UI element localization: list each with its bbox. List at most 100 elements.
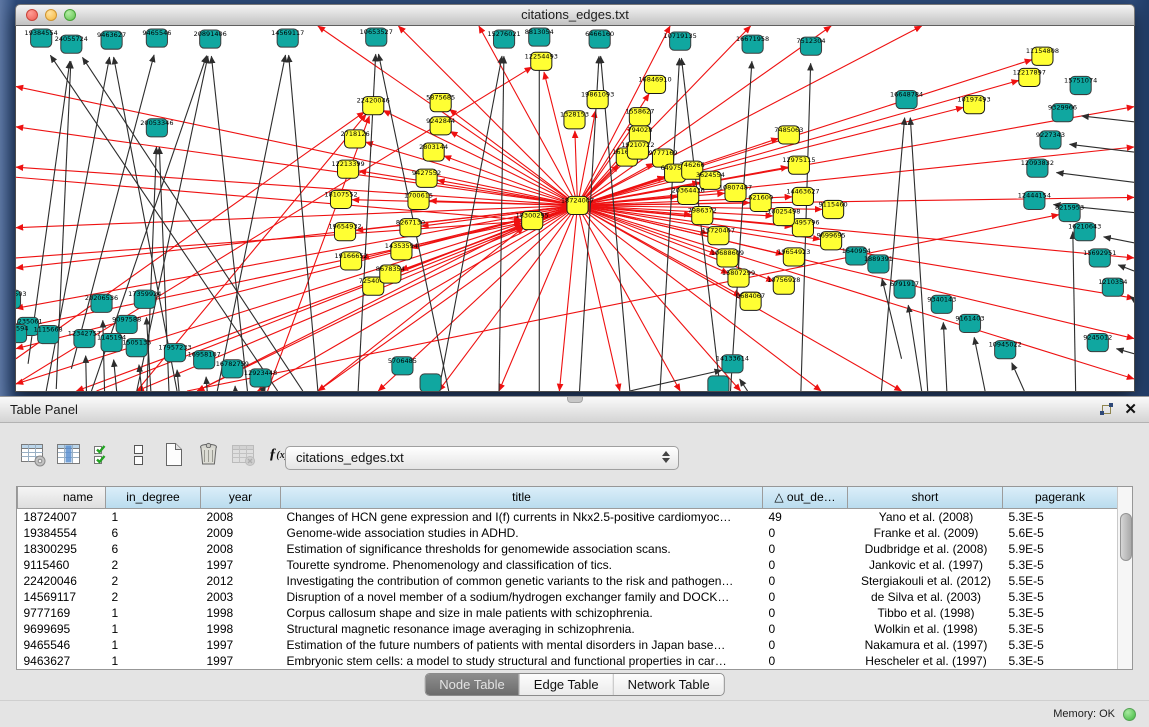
table-cell[interactable]: 2	[106, 573, 201, 589]
table-cell[interactable]: 5.3E-5	[1003, 508, 1118, 525]
table-row[interactable]: 911546021997Tourette syndrome. Phenomeno…	[18, 557, 1118, 573]
table-cell[interactable]: 0	[763, 541, 848, 557]
table-cell[interactable]: Corpus callosum shape and size in male p…	[281, 605, 763, 621]
table-row[interactable]: 1938455462009Genome-wide association stu…	[18, 525, 1118, 541]
unselect-all-button[interactable]	[123, 438, 154, 470]
table-cell[interactable]: 9465546	[18, 637, 106, 653]
table-cell[interactable]: 5.3E-5	[1003, 605, 1118, 621]
table-cell[interactable]: 9463627	[18, 653, 106, 669]
table-cell[interactable]: 6	[106, 541, 201, 557]
table-cell[interactable]: 0	[763, 557, 848, 573]
table-row[interactable]: 1872400712008Changes of HCN gene express…	[18, 508, 1118, 525]
graph-node[interactable]	[708, 376, 729, 391]
minimize-window-button[interactable]	[45, 9, 57, 21]
table-row[interactable]: 1456911722003Disruption of a novel membe…	[18, 589, 1118, 605]
zoom-window-button[interactable]	[64, 9, 76, 21]
tab-network-table[interactable]: Network Table	[613, 674, 724, 695]
network-canvas[interactable]: 1938455424055724946362794655462089140614…	[15, 26, 1135, 392]
table-cell[interactable]: Genome-wide association studies in ADHD.	[281, 525, 763, 541]
table-cell[interactable]: 1	[106, 653, 201, 669]
table-cell[interactable]: 0	[763, 637, 848, 653]
table-cell[interactable]: Tibbo et al. (1998)	[848, 605, 1003, 621]
table-mode-button[interactable]	[18, 438, 49, 470]
table-cell[interactable]: Estimation of significance thresholds fo…	[281, 541, 763, 557]
column-header-name[interactable]: name	[18, 487, 106, 508]
graph-node[interactable]	[420, 374, 441, 391]
table-cell[interactable]: 1	[106, 605, 201, 621]
close-panel-icon[interactable]: ✕	[1124, 400, 1137, 418]
table-cell[interactable]: 2003	[201, 589, 281, 605]
table-cell[interactable]: 2008	[201, 508, 281, 525]
table-row[interactable]: 1830029562008Estimation of significance …	[18, 541, 1118, 557]
table-cell[interactable]: 9777169	[18, 605, 106, 621]
table-cell[interactable]: 5.3E-5	[1003, 653, 1118, 669]
table-cell[interactable]: 1997	[201, 637, 281, 653]
table-cell[interactable]: 14569117	[18, 589, 106, 605]
table-cell[interactable]: 9115460	[18, 557, 106, 573]
table-cell[interactable]: Embryonic stem cells: a model to study s…	[281, 653, 763, 669]
table-cell[interactable]: Stergiakouli et al. (2012)	[848, 573, 1003, 589]
tab-edge-table[interactable]: Edge Table	[519, 674, 613, 695]
table-cell[interactable]: 0	[763, 573, 848, 589]
select-all-button[interactable]	[88, 438, 119, 470]
table-cell[interactable]: 18300295	[18, 541, 106, 557]
table-cell[interactable]: Nakamura et al. (1997)	[848, 637, 1003, 653]
table-cell[interactable]: Yano et al. (2008)	[848, 508, 1003, 525]
table-cell[interactable]: Disruption of a novel member of a sodium…	[281, 589, 763, 605]
table-cell[interactable]: 49	[763, 508, 848, 525]
network-window-titlebar[interactable]: citations_edges.txt	[15, 4, 1135, 26]
column-header-title[interactable]: title	[281, 487, 763, 508]
table-cell[interactable]: 5.3E-5	[1003, 589, 1118, 605]
table-cell[interactable]: 2008	[201, 541, 281, 557]
column-header-short[interactable]: short	[848, 487, 1003, 508]
table-cell[interactable]: 5.3E-5	[1003, 621, 1118, 637]
table-cell[interactable]: de Silva et al. (2003)	[848, 589, 1003, 605]
table-cell[interactable]: 1997	[201, 557, 281, 573]
table-cell[interactable]: 6	[106, 525, 201, 541]
citation-network-graph[interactable]: 1938455424055724946362794655462089140614…	[16, 26, 1134, 391]
close-window-button[interactable]	[26, 9, 38, 21]
table-row[interactable]: 946554611997Estimation of the future num…	[18, 637, 1118, 653]
table-cell[interactable]: Hescheler et al. (1997)	[848, 653, 1003, 669]
table-cell[interactable]: 0	[763, 605, 848, 621]
column-header-in-degree[interactable]: in_degree	[106, 487, 201, 508]
create-column-button[interactable]	[158, 438, 189, 470]
table-cell[interactable]: 9699695	[18, 621, 106, 637]
table-cell[interactable]: 2	[106, 589, 201, 605]
table-cell[interactable]: Tourette syndrome. Phenomenology and cla…	[281, 557, 763, 573]
table-row[interactable]: 969969511998Structural magnetic resonanc…	[18, 621, 1118, 637]
table-cell[interactable]: 22420046	[18, 573, 106, 589]
table-vertical-scrollbar[interactable]	[1117, 487, 1132, 669]
panel-drag-handle[interactable]	[567, 397, 583, 403]
scrollbar-thumb[interactable]	[1120, 513, 1132, 561]
table-cell[interactable]: 1998	[201, 605, 281, 621]
table-cell[interactable]: 1	[106, 508, 201, 525]
table-row[interactable]: 2242004622012Investigating the contribut…	[18, 573, 1118, 589]
table-cell[interactable]: Structural magnetic resonance image aver…	[281, 621, 763, 637]
table-cell[interactable]: 0	[763, 621, 848, 637]
table-cell[interactable]: Estimation of the future numbers of pati…	[281, 637, 763, 653]
table-cell[interactable]: 18724007	[18, 508, 106, 525]
table-cell[interactable]: 0	[763, 589, 848, 605]
tab-node-table[interactable]: Node Table	[425, 674, 519, 695]
table-cell[interactable]: Jankovic et al. (1997)	[848, 557, 1003, 573]
table-cell[interactable]: 2	[106, 557, 201, 573]
table-cell[interactable]: 0	[763, 525, 848, 541]
table-cell[interactable]: 1	[106, 637, 201, 653]
table-selector-dropdown[interactable]: citations_edges.txt	[285, 446, 679, 470]
table-cell[interactable]: 2012	[201, 573, 281, 589]
table-cell[interactable]: Dudbridge et al. (2008)	[848, 541, 1003, 557]
table-cell[interactable]: 19384554	[18, 525, 106, 541]
table-cell[interactable]: 5.6E-5	[1003, 525, 1118, 541]
table-cell[interactable]: 5.3E-5	[1003, 637, 1118, 653]
table-cell[interactable]: Changes of HCN gene expression and I(f) …	[281, 508, 763, 525]
table-cell[interactable]: 5.9E-5	[1003, 541, 1118, 557]
table-cell[interactable]: 0	[763, 653, 848, 669]
table-cell[interactable]: 5.3E-5	[1003, 557, 1118, 573]
table-cell[interactable]: 1997	[201, 653, 281, 669]
table-row[interactable]: 977716911998Corpus callosum shape and si…	[18, 605, 1118, 621]
column-header-out-degree-sorted[interactable]: △ out_de…	[763, 487, 848, 508]
delete-table-button[interactable]	[228, 438, 259, 470]
column-header-year[interactable]: year	[201, 487, 281, 508]
show-columns-button[interactable]	[53, 438, 84, 470]
